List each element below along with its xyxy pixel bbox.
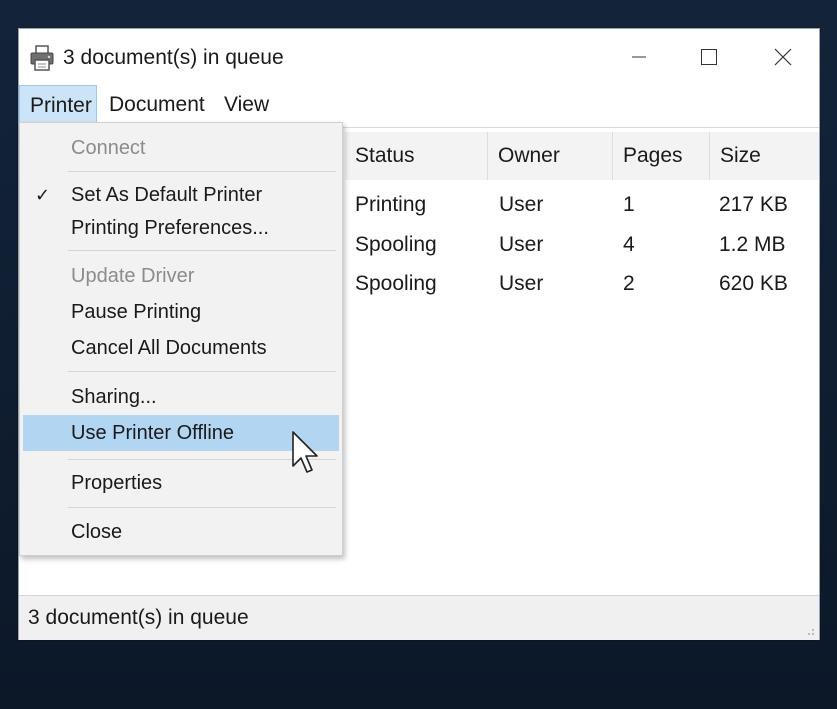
cell-owner: User	[499, 193, 544, 216]
menu-separator	[68, 507, 336, 508]
title-bar[interactable]: 3 document(s) in queue	[19, 29, 819, 85]
close-icon	[774, 48, 792, 66]
menu-item-pause-printing[interactable]: Pause Printing	[23, 295, 339, 329]
printer-icon	[30, 45, 54, 71]
cell-pages: 4	[623, 233, 635, 256]
menu-item-set-default-printer[interactable]: ✓ Set As Default Printer	[23, 178, 339, 212]
menu-item-label: Set As Default Printer	[71, 184, 263, 206]
maximize-icon	[701, 49, 717, 65]
menu-item-sharing[interactable]: Sharing...	[23, 380, 339, 414]
menu-item-cancel-all-documents[interactable]: Cancel All Documents	[23, 331, 339, 365]
close-button[interactable]	[761, 37, 805, 77]
cell-size: 620 KB	[719, 272, 788, 295]
menu-view[interactable]: View	[214, 85, 280, 123]
menu-item-connect[interactable]: Connect	[23, 131, 339, 165]
checkmark-icon: ✓	[35, 185, 51, 205]
cell-size: 217 KB	[719, 193, 788, 216]
menu-item-close[interactable]: Close	[23, 515, 339, 549]
window-title: 3 document(s) in queue	[63, 46, 284, 69]
cell-pages: 2	[623, 272, 635, 295]
menu-bar: Printer Document View	[19, 85, 819, 123]
cell-size: 1.2 MB	[719, 233, 786, 256]
menu-item-update-driver[interactable]: Update Driver	[23, 259, 339, 293]
cell-owner: User	[499, 272, 544, 295]
column-header-pages[interactable]: Pages	[612, 132, 709, 180]
menu-separator	[68, 171, 336, 172]
menu-item-printing-preferences[interactable]: Printing Preferences...	[23, 211, 339, 245]
menu-document[interactable]: Document	[99, 85, 211, 123]
menu-separator	[68, 371, 336, 372]
cell-status: Spooling	[355, 233, 437, 256]
minimize-button[interactable]	[617, 37, 661, 77]
menu-printer[interactable]: Printer	[19, 85, 97, 123]
mouse-pointer-icon	[292, 431, 318, 473]
maximize-button[interactable]	[687, 37, 731, 77]
cell-pages: 1	[623, 193, 635, 216]
printer-menu-dropdown: Connect ✓ Set As Default Printer Printin…	[19, 122, 343, 556]
column-header-status[interactable]: Status	[345, 132, 487, 180]
cell-status: Spooling	[355, 272, 437, 295]
cell-status: Printing	[355, 193, 427, 216]
resize-grip-icon[interactable]	[803, 624, 815, 636]
minimize-icon	[632, 56, 646, 58]
cell-owner: User	[499, 233, 544, 256]
status-bar: 3 document(s) in queue	[19, 595, 819, 640]
column-header-owner[interactable]: Owner	[487, 132, 612, 180]
status-text: 3 document(s) in queue	[28, 606, 249, 629]
column-header-size[interactable]: Size	[709, 132, 819, 180]
menu-separator	[68, 250, 336, 251]
